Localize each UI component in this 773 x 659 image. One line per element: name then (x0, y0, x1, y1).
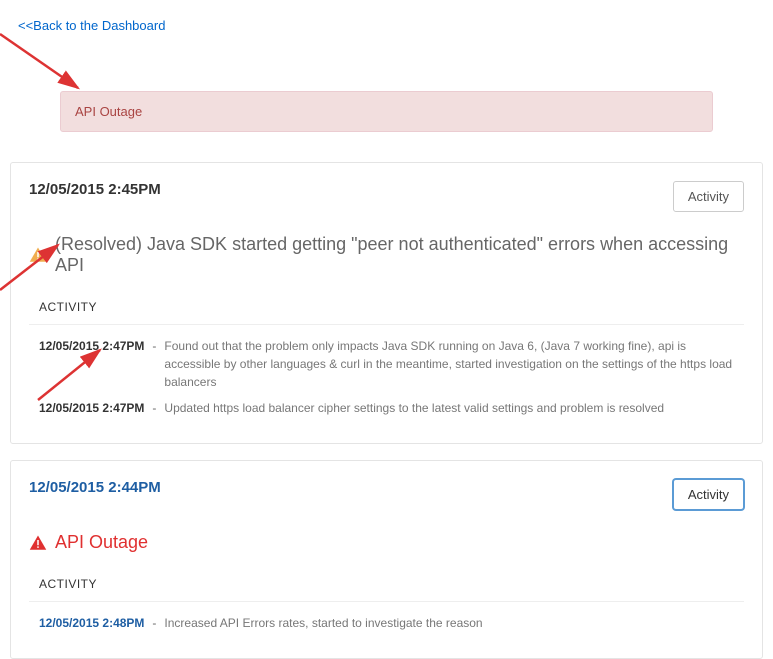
activity-time: 12/05/2015 2:48PM (39, 614, 144, 632)
alert-banner: API Outage (60, 91, 713, 132)
incident-title-text: API Outage (55, 532, 148, 553)
activity-text: Increased API Errors rates, started to i… (164, 614, 744, 632)
activity-text: Updated https load balancer cipher setti… (164, 399, 744, 417)
activity-separator: - (152, 399, 156, 417)
activity-button[interactable]: Activity (673, 181, 744, 212)
activity-section-label: ACTIVITY (39, 300, 744, 314)
alert-banner-text: API Outage (75, 104, 142, 119)
activity-time: 12/05/2015 2:47PM (39, 399, 144, 417)
activity-entry: 12/05/2015 2:47PM - Found out that the p… (39, 337, 744, 391)
divider (29, 601, 744, 602)
incident-card: 12/05/2015 2:45PM Activity (Resolved) Ja… (10, 162, 763, 444)
activity-section-label: ACTIVITY (39, 577, 744, 591)
incident-card-header: 12/05/2015 2:45PM Activity (29, 163, 744, 212)
activity-button[interactable]: Activity (673, 479, 744, 510)
incident-title-row: API Outage (29, 532, 744, 553)
back-to-dashboard-link[interactable]: <<Back to the Dashboard (0, 0, 165, 41)
error-icon (29, 534, 47, 552)
activity-entry: 12/05/2015 2:47PM - Updated https load b… (39, 399, 744, 417)
activity-separator: - (152, 337, 156, 391)
incident-title-row: (Resolved) Java SDK started getting "pee… (29, 234, 744, 276)
incident-card-header: 12/05/2015 2:44PM Activity (29, 461, 744, 510)
incident-timestamp: 12/05/2015 2:45PM (29, 181, 161, 198)
activity-time: 12/05/2015 2:47PM (39, 337, 144, 391)
activity-entry: 12/05/2015 2:48PM - Increased API Errors… (39, 614, 744, 632)
activity-separator: - (152, 614, 156, 632)
activity-text: Found out that the problem only impacts … (164, 337, 744, 391)
incident-title-text: (Resolved) Java SDK started getting "pee… (55, 234, 744, 276)
incident-timestamp: 12/05/2015 2:44PM (29, 479, 161, 496)
warning-icon (29, 246, 47, 264)
divider (29, 324, 744, 325)
incident-card: 12/05/2015 2:44PM Activity API Outage AC… (10, 460, 763, 659)
